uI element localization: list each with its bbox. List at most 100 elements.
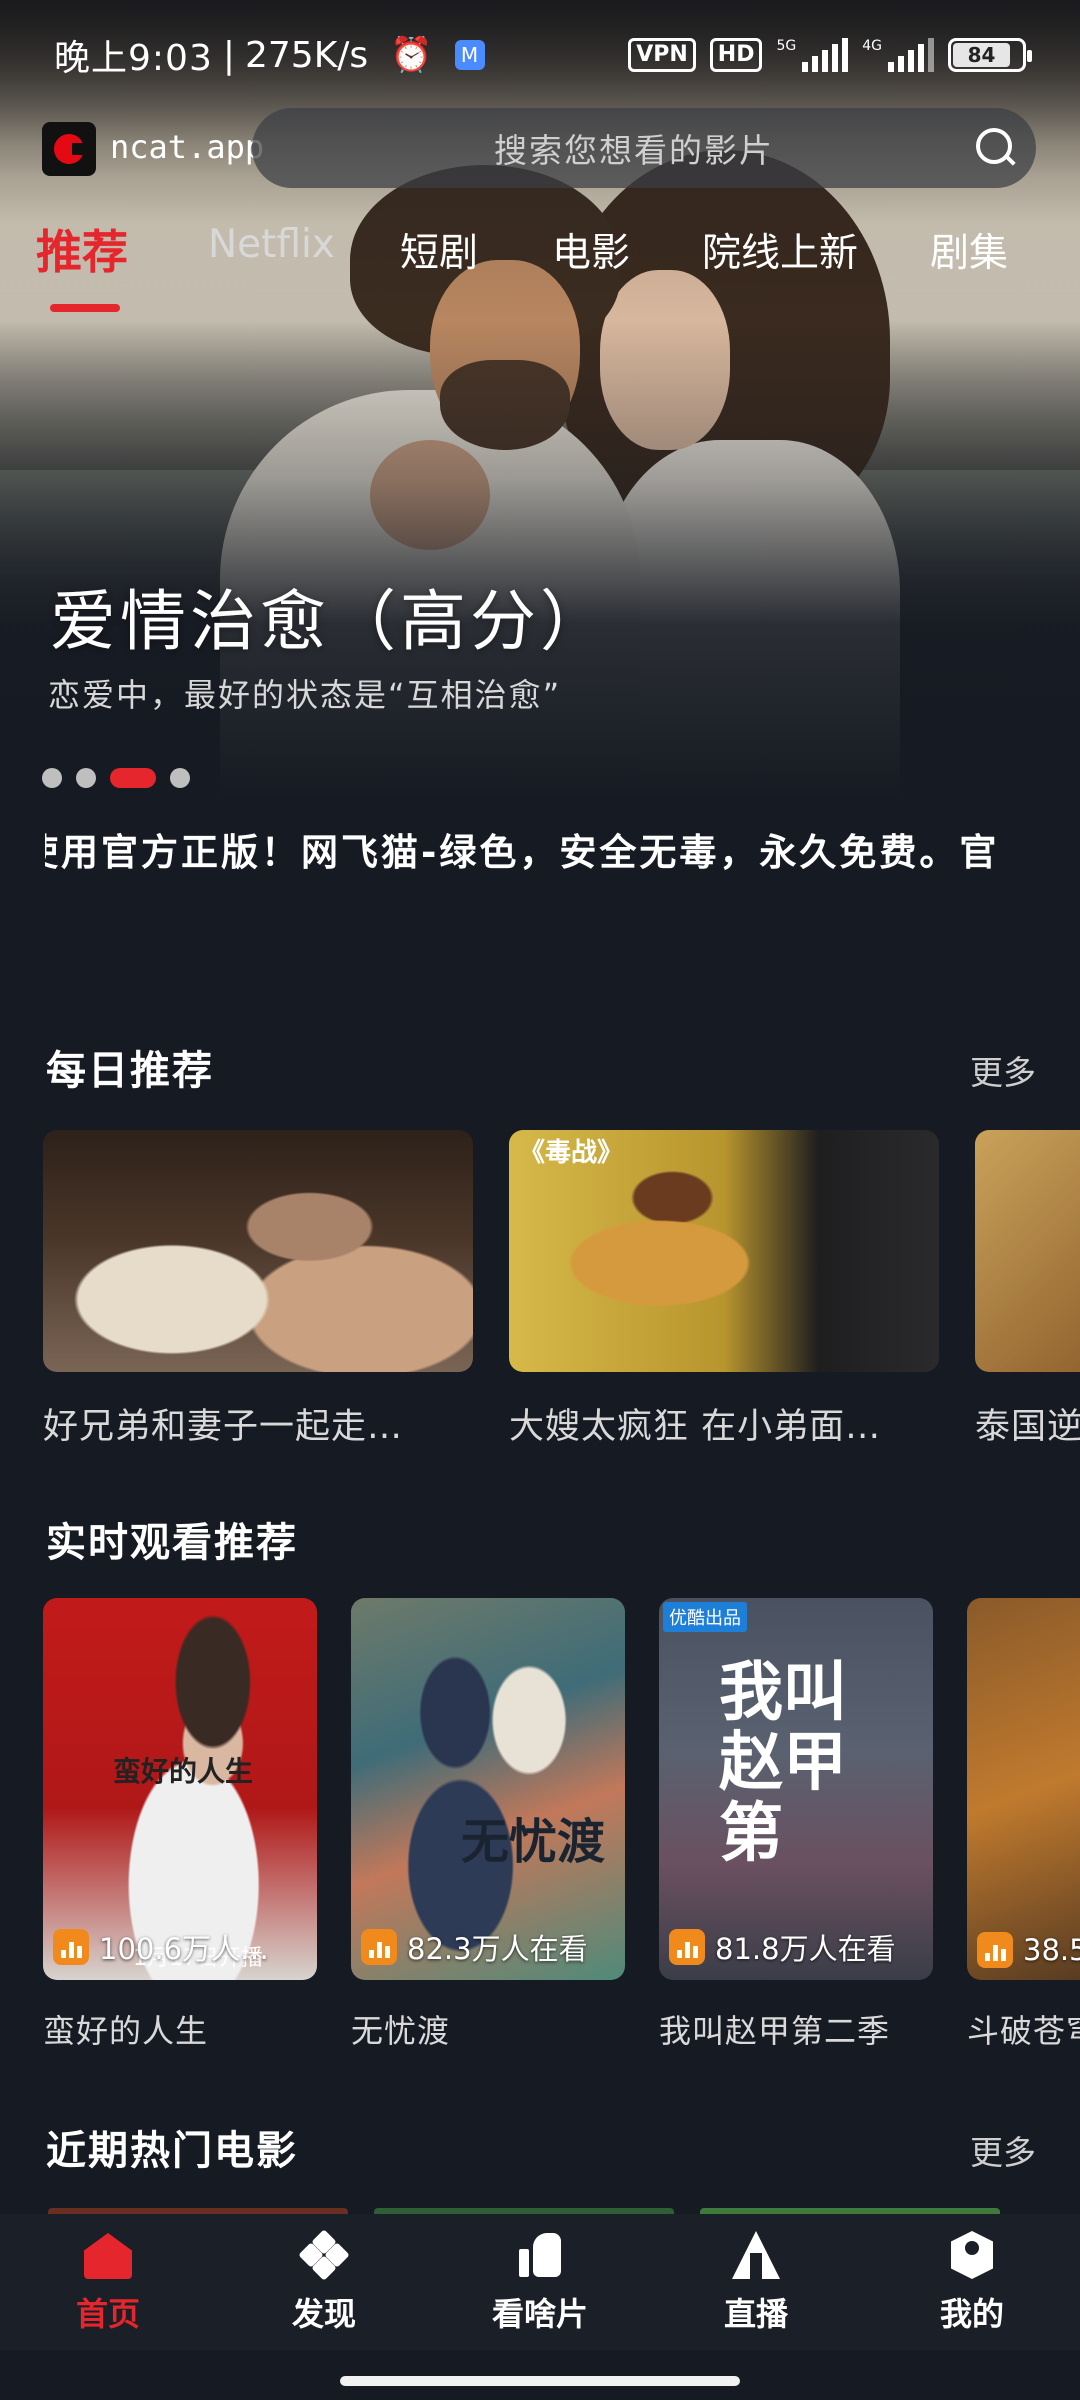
bar-chart-icon: [669, 1929, 705, 1965]
daily-card[interactable]: 《毒战》 大嫂太疯狂 在小弟面…: [509, 1130, 939, 1449]
status-bar: 晚上9:03 | 275K/s ⏰ M VPN HD 5G 4G 84: [0, 0, 1080, 110]
announcement-text: 使用官方正版！网飞猫-绿色，安全无毒，永久免费。官: [45, 831, 1000, 874]
hd-badge: HD: [709, 38, 763, 72]
carousel-dot-active[interactable]: [110, 768, 156, 788]
daily-more-link[interactable]: 更多: [970, 1046, 1036, 1094]
hot-movies-section-title: 近期热门电影: [46, 2128, 298, 2174]
hot-movies-more-link[interactable]: 更多: [970, 2126, 1036, 2174]
nav-profile[interactable]: 我的: [864, 2214, 1080, 2350]
realtime-poster-title: 无忧渡: [461, 1814, 606, 1870]
realtime-poster-tag: 优酷出品: [663, 1602, 747, 1632]
tab-netflix[interactable]: Netflix: [208, 222, 335, 267]
bottom-nav: 首页 发现 看啥片 直播 我的: [0, 2214, 1080, 2350]
battery-level: 84: [953, 43, 1011, 67]
nav-what-to-watch-label: 看啥片: [491, 2295, 588, 2333]
profile-icon: [945, 2229, 999, 2281]
daily-caption: 好兄弟和妻子一起走…: [43, 1407, 404, 1447]
bar-chart-icon: [53, 1929, 89, 1965]
gesture-area: [0, 2350, 1080, 2400]
app-logo[interactable]: [42, 122, 96, 176]
tab-series[interactable]: 剧集: [930, 222, 1008, 278]
signal-4g-label: 4G: [862, 38, 882, 54]
realtime-section-title: 实时观看推荐: [46, 1520, 298, 1566]
tab-active-indicator: [50, 304, 120, 312]
logo-mark-icon: [54, 134, 86, 164]
daily-caption: 大嫂太疯狂 在小弟面…: [509, 1407, 882, 1447]
mail-app-icon: M: [454, 40, 485, 70]
nav-profile-label: 我的: [939, 2295, 1004, 2333]
banner-title[interactable]: 爱情治愈（高分）: [50, 568, 610, 664]
thumbs-up-icon: [513, 2229, 567, 2281]
watching-count: 81.8万人在看: [715, 1932, 896, 1966]
nav-home-label: 首页: [75, 2295, 140, 2333]
bar-chart-icon: [977, 1932, 1013, 1968]
carousel-dot[interactable]: [170, 768, 190, 788]
daily-caption: 泰国逆: [975, 1407, 1080, 1447]
watching-count: 82.3万人在看: [407, 1932, 588, 1966]
realtime-card[interactable]: 无忧渡 82.3万人在看 无忧渡: [351, 1598, 625, 2052]
home-gesture-bar[interactable]: [340, 2376, 740, 2386]
nav-discover[interactable]: 发现: [216, 2214, 432, 2350]
status-separator: |: [222, 34, 235, 76]
nav-discover-label: 发现: [291, 2295, 356, 2333]
search-bar[interactable]: 搜索您想看的影片: [252, 108, 1036, 188]
carousel-dot[interactable]: [76, 768, 96, 788]
realtime-poster-title: 我叫赵甲第: [719, 1656, 847, 1871]
live-icon: [729, 2229, 783, 2281]
tab-new-in-theaters[interactable]: 院线上新: [702, 222, 858, 278]
nav-what-to-watch[interactable]: 看啥片: [432, 2214, 648, 2350]
alarm-icon: ⏰: [390, 35, 433, 75]
bar-chart-icon: [361, 1929, 397, 1965]
watching-badge: 81.8万人在看: [669, 1926, 896, 1968]
realtime-row: 蛮好的人生 1月17日开播 100.6万人… 蛮好的人生 无忧渡 82.3万人在…: [0, 1598, 1080, 2058]
discover-icon: [297, 2229, 351, 2281]
watching-count: 38.5: [1023, 1933, 1080, 1967]
daily-card[interactable]: 好兄弟和妻子一起走…: [43, 1130, 473, 1449]
tab-recommend[interactable]: 推荐: [36, 216, 128, 282]
announcement-marquee: 使用官方正版！网飞猫-绿色，安全无毒，永久免费。官: [45, 822, 1035, 882]
daily-section-title: 每日推荐: [46, 1048, 214, 1094]
carousel-dot[interactable]: [42, 768, 62, 788]
realtime-caption: 斗破苍穹: [967, 2012, 1080, 2050]
realtime-card[interactable]: 38.5 斗破苍穹: [967, 1598, 1080, 2052]
category-tabs: 推荐 Netflix 短剧 电影 院线上新 剧集: [0, 222, 1080, 317]
daily-row: 好兄弟和妻子一起走… 《毒战》 大嫂太疯狂 在小弟面… 泰国逆: [0, 1130, 1080, 1450]
site-name: ncat.app: [110, 128, 265, 166]
nav-live-label: 直播: [723, 2295, 788, 2333]
realtime-caption: 蛮好的人生: [43, 2012, 209, 2050]
signal-4g-icon: 4G: [862, 38, 934, 72]
watching-count: 100.6万人…: [99, 1932, 270, 1966]
vpn-badge: VPN: [628, 38, 696, 72]
watching-badge: 38.5: [977, 1932, 1080, 1968]
battery-icon: 84: [948, 38, 1032, 72]
search-icon[interactable]: [956, 108, 1036, 188]
status-net-speed: 275K/s: [244, 34, 369, 76]
realtime-poster: 无忧渡 82.3万人在看: [351, 1598, 625, 1980]
nav-home[interactable]: 首页: [0, 2214, 216, 2350]
realtime-poster: 蛮好的人生 1月17日开播 100.6万人…: [43, 1598, 317, 1980]
daily-thumbnail: [975, 1130, 1080, 1372]
daily-thumbnail: [43, 1130, 473, 1372]
carousel-dots: [42, 768, 190, 788]
status-time: 晚上9:03: [54, 38, 213, 79]
watching-badge: 82.3万人在看: [361, 1926, 588, 1968]
realtime-caption: 我叫赵甲第二季: [659, 2012, 891, 2050]
realtime-card[interactable]: 蛮好的人生 1月17日开播 100.6万人… 蛮好的人生: [43, 1598, 317, 2052]
tab-short-drama[interactable]: 短剧: [400, 222, 478, 278]
daily-card[interactable]: 泰国逆: [975, 1130, 1080, 1449]
search-placeholder: 搜索您想看的影片: [494, 131, 774, 170]
realtime-card[interactable]: 优酷出品 我叫赵甲第 81.8万人在看 我叫赵甲第二季: [659, 1598, 933, 2052]
home-icon: [81, 2229, 135, 2281]
realtime-poster: 优酷出品 我叫赵甲第 81.8万人在看: [659, 1598, 933, 1980]
nav-live[interactable]: 直播: [648, 2214, 864, 2350]
tab-movies[interactable]: 电影: [552, 222, 630, 278]
realtime-caption: 无忧渡: [351, 2012, 451, 2050]
signal-5g-icon: 5G: [776, 38, 849, 72]
daily-thumbnail: 《毒战》: [509, 1130, 939, 1372]
watching-badge: 100.6万人…: [53, 1926, 269, 1968]
signal-5g-label: 5G: [776, 38, 797, 54]
realtime-poster-title: 蛮好的人生: [113, 1755, 254, 1788]
realtime-poster: 38.5: [967, 1598, 1080, 1980]
banner-subtitle: 恋爱中，最好的状态是“互相治愈”: [48, 676, 562, 714]
status-right: VPN HD 5G 4G 84: [628, 38, 1032, 72]
